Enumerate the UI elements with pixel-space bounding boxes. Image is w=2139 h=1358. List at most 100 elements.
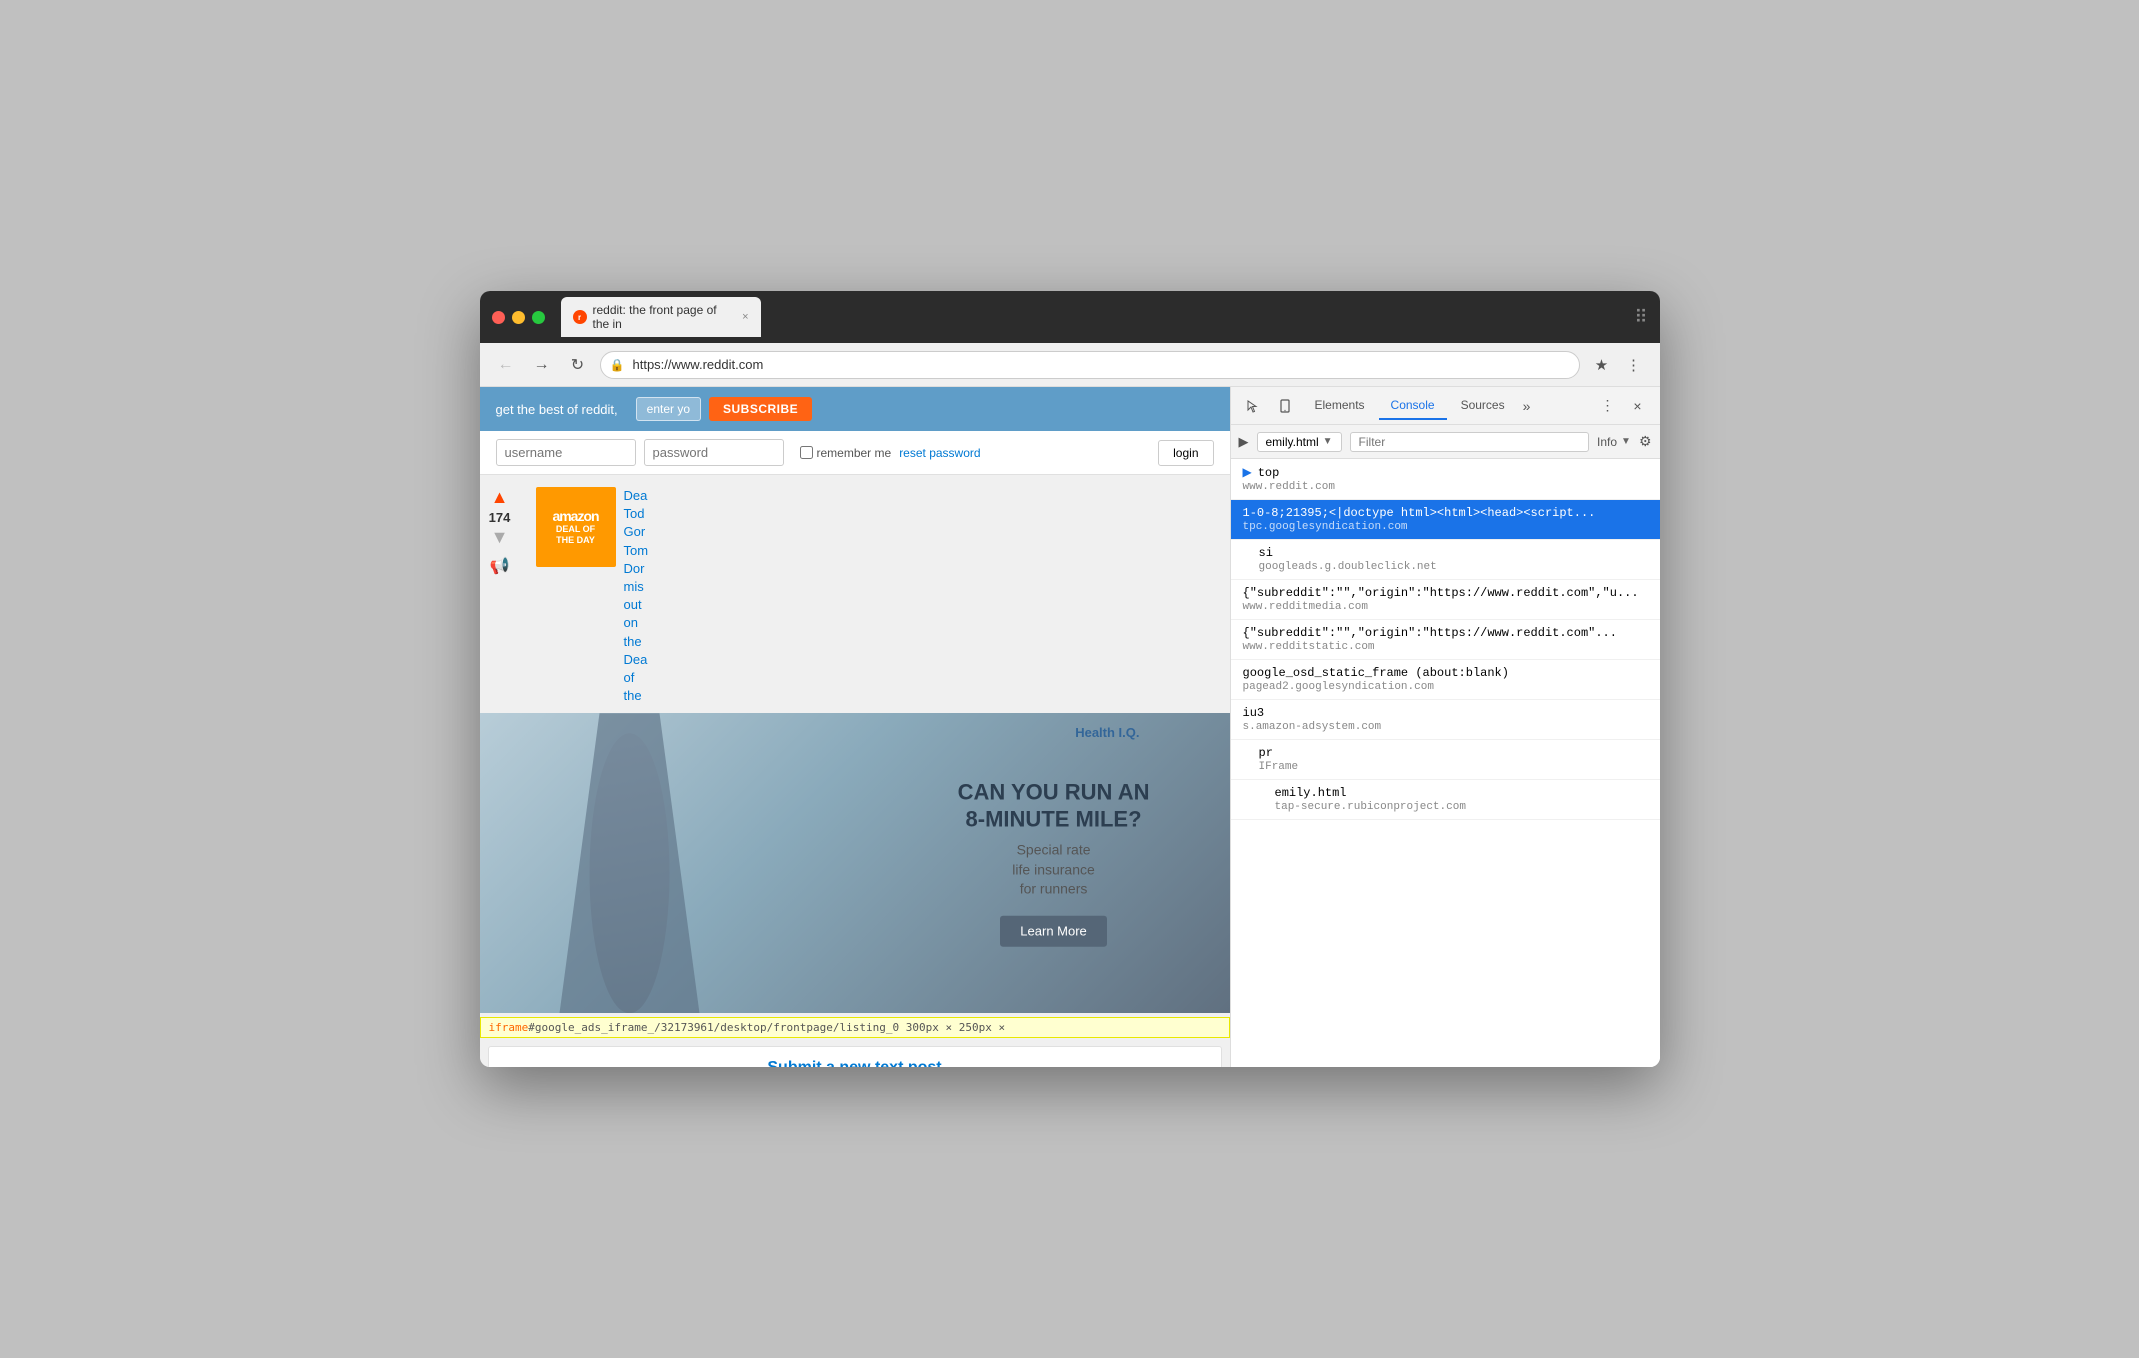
username-input[interactable] <box>496 439 636 466</box>
devtools-right-icons: ⋮ × <box>1594 392 1652 420</box>
tab-more[interactable]: » <box>1519 394 1535 418</box>
console-item-sub: googleads.g.doubleclick.net <box>1259 561 1648 573</box>
title-bar: r reddit: the front page of the in × ⠿ <box>480 291 1660 343</box>
devtools-mobile-icon[interactable] <box>1271 392 1299 420</box>
console-item-main: si <box>1259 546 1273 560</box>
amazon-deal-text: DEAL OFTHE DAY <box>556 524 595 546</box>
main-area: get the best of reddit, enter yo SUBSCRI… <box>480 387 1660 1067</box>
ad-subtext: Special rate life insurance for runners <box>958 841 1150 900</box>
banner-text: get the best of reddit, <box>496 402 618 417</box>
console-item-main: google_osd_static_frame (about:blank) <box>1243 666 1509 680</box>
amazon-ad: amazon DEAL OFTHE DAY DeaTodGorTomDormis… <box>528 483 657 709</box>
filter-input[interactable] <box>1350 432 1589 452</box>
tab-bar: r reddit: the front page of the in × <box>561 297 1627 337</box>
lock-icon: 🔒 <box>610 358 625 372</box>
console-item-google-osd[interactable]: google_osd_static_frame (about:blank)pag… <box>1231 660 1660 700</box>
console-item-main: {"subreddit":"","origin":"https://www.re… <box>1243 586 1639 600</box>
browser-window: r reddit: the front page of the in × ⠿ ←… <box>480 291 1660 1067</box>
console-item-emily-main[interactable]: 1-0-8;21395;<|doctype html><html><head><… <box>1231 500 1660 540</box>
reload-button[interactable]: ↻ <box>564 351 592 379</box>
console-item-iu3[interactable]: iu3s.amazon-adsystem.com <box>1231 700 1660 740</box>
close-button[interactable] <box>492 311 505 324</box>
amazon-logo: amazon DEAL OFTHE DAY <box>536 487 616 567</box>
console-item-main: top <box>1258 466 1280 480</box>
post-title[interactable]: DeaTodGorTomDormisoutontheDeaofthe <box>624 487 649 705</box>
submit-text-post[interactable]: Submit a new text post <box>488 1046 1222 1067</box>
console-item-emily-html[interactable]: emily.htmltap-secure.rubiconproject.com <box>1231 780 1660 820</box>
address-input[interactable] <box>600 351 1580 379</box>
tab-title: reddit: the front page of the in <box>593 303 733 331</box>
console-item-sub: tap-secure.rubiconproject.com <box>1275 801 1648 813</box>
iframe-keyword: iframe <box>489 1021 529 1034</box>
context-selector[interactable]: emily.html ▼ <box>1257 432 1342 452</box>
login-bar: remember me reset password login <box>480 431 1230 475</box>
console-item-sub: IFrame <box>1259 761 1648 773</box>
iframe-id: #google_ads_iframe_/32173961/desktop/fro… <box>528 1021 899 1034</box>
console-context-bar: ▶ emily.html ▼ Info ▼ ⚙ <box>1231 425 1660 459</box>
upvote-button[interactable]: ▲ <box>491 487 509 508</box>
login-button[interactable]: login <box>1158 440 1213 466</box>
devtools-panel: Elements Console Sources » ⋮ × ▶ emily.h… <box>1230 387 1660 1067</box>
console-item-sub: s.amazon-adsystem.com <box>1243 721 1648 733</box>
info-dropdown-arrow: ▼ <box>1621 436 1631 447</box>
maximize-button[interactable] <box>532 311 545 324</box>
traffic-lights <box>492 311 545 324</box>
console-item-top[interactable]: ▶ topwww.reddit.com <box>1231 459 1660 500</box>
remember-me-label: remember me <box>800 446 892 460</box>
console-item-si[interactable]: sigoogleads.g.doubleclick.net <box>1231 540 1660 580</box>
post-content: DeaTodGorTomDormisoutontheDeaofthe <box>624 487 649 705</box>
enter-email-button[interactable]: enter yo <box>636 397 701 421</box>
devtools-tabs: Elements Console Sources » <box>1303 392 1590 420</box>
console-expand-arrow: ▶ <box>1243 465 1252 479</box>
ad-headline: CAN YOU RUN AN 8-MINUTE MILE? <box>958 780 1150 833</box>
reddit-banner: get the best of reddit, enter yo SUBSCRI… <box>480 387 1230 431</box>
ad-container: i ✕ Health I.Q. CAN YOU RUN AN 8-MINUTE … <box>480 713 1230 1013</box>
console-item-main: pr <box>1259 746 1273 760</box>
tab-close-button[interactable]: × <box>742 311 748 323</box>
post-area: ▲ 174 ▼ 📢 amazon DEAL OFTHE DAY DeaTodGo… <box>480 475 1230 709</box>
password-input[interactable] <box>644 439 784 466</box>
submit-post-label: Submit a new text post <box>767 1059 941 1067</box>
remember-me-checkbox[interactable] <box>800 446 813 459</box>
vote-column: ▲ 174 ▼ 📢 <box>480 483 520 709</box>
downvote-button[interactable]: ▼ <box>491 527 509 548</box>
nav-bar: ← → ↻ 🔒 ★ ⋮ <box>480 343 1660 387</box>
console-item-json-reddit[interactable]: {"subreddit":"","origin":"https://www.re… <box>1231 580 1660 620</box>
reset-password-link[interactable]: reset password <box>899 446 980 460</box>
console-item-sub: www.reddit.com <box>1243 481 1648 493</box>
tab-console[interactable]: Console <box>1379 392 1447 420</box>
bookmark-icon[interactable]: ★ <box>1588 351 1616 379</box>
nav-icons-right: ★ ⋮ <box>1588 351 1648 379</box>
minimize-button[interactable] <box>512 311 525 324</box>
context-value: emily.html <box>1266 435 1319 449</box>
amazon-logo-text: amazon <box>552 508 598 524</box>
devtools-cursor-icon[interactable] <box>1239 392 1267 420</box>
window-controls: ⠿ <box>1634 307 1647 328</box>
console-item-sub: tpc.googlesyndication.com <box>1243 521 1648 533</box>
console-item-sub: www.redditmedia.com <box>1243 601 1648 613</box>
console-item-json-reddit2[interactable]: {"subreddit":"","origin":"https://www.re… <box>1231 620 1660 660</box>
tab-elements[interactable]: Elements <box>1303 392 1377 420</box>
console-item-main: iu3 <box>1243 706 1265 720</box>
iframe-size: 300px × 250px <box>906 1021 992 1034</box>
ad-cta-button[interactable]: Learn More <box>1000 916 1106 947</box>
vote-count: 174 <box>489 510 511 525</box>
console-item-sub: www.redditstatic.com <box>1243 641 1648 653</box>
context-dropdown-arrow: ▼ <box>1323 436 1333 447</box>
devtools-options-icon[interactable]: ⋮ <box>1594 392 1622 420</box>
subscribe-button[interactable]: SUBSCRIBE <box>709 397 812 421</box>
info-selector[interactable]: Info ▼ <box>1597 435 1631 449</box>
iframe-debug-bar: iframe#google_ads_iframe_/32173961/deskt… <box>480 1017 1230 1038</box>
settings-icon[interactable]: ⚙ <box>1639 433 1652 450</box>
menu-icon[interactable]: ⋮ <box>1620 351 1648 379</box>
megaphone-icon: 📢 <box>490 556 510 576</box>
devtools-close-icon[interactable]: × <box>1624 392 1652 420</box>
reddit-page: get the best of reddit, enter yo SUBSCRI… <box>480 387 1230 1067</box>
tab-sources[interactable]: Sources <box>1449 392 1517 420</box>
forward-button[interactable]: → <box>528 351 556 379</box>
address-bar-wrapper: 🔒 <box>600 351 1580 379</box>
back-button[interactable]: ← <box>492 351 520 379</box>
console-item-pr[interactable]: prIFrame <box>1231 740 1660 780</box>
active-tab[interactable]: r reddit: the front page of the in × <box>561 297 761 337</box>
banner-actions: enter yo SUBSCRIBE <box>636 397 813 421</box>
